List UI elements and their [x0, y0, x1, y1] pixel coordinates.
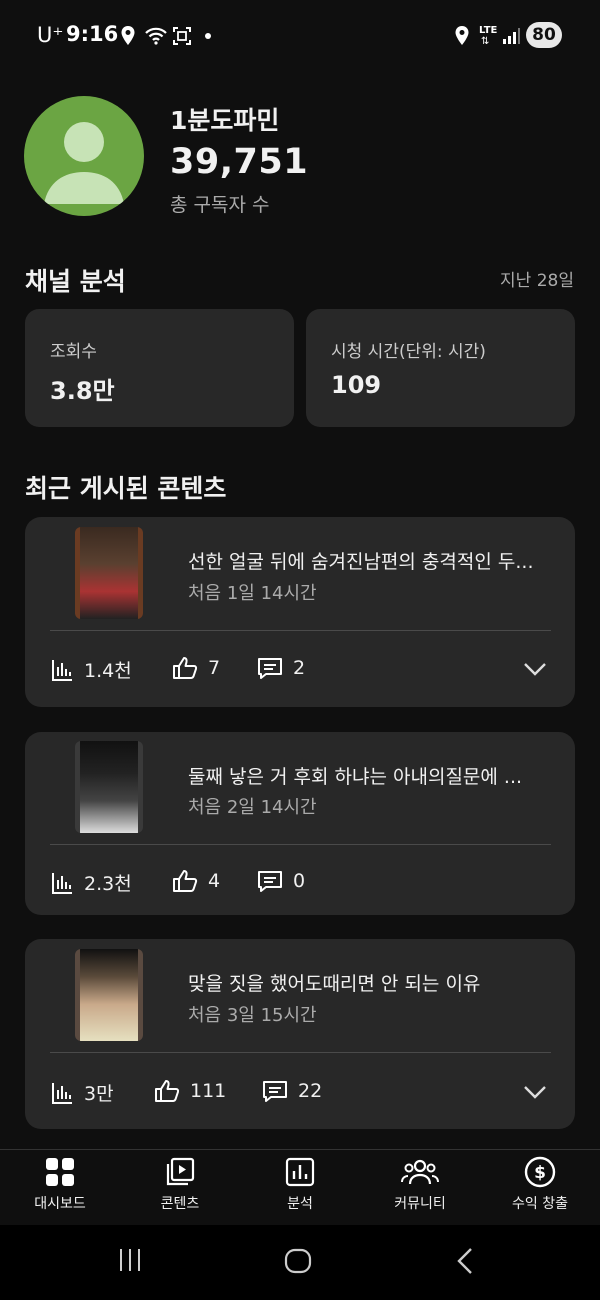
nav-dashboard[interactable]: 대시보드 [0, 1156, 120, 1213]
home-icon[interactable] [284, 1247, 312, 1275]
battery-indicator: 80 [526, 22, 562, 48]
status-bar: U⁺ 9:16 LTE ⇅ 80 [0, 0, 600, 70]
comments-count: 0 [293, 870, 306, 892]
video-age: 처음 3일 15시간 [188, 1005, 317, 1026]
wifi-icon [145, 27, 167, 45]
channel-name: 1분도파민 [170, 106, 280, 135]
views-count: 1.4천 [84, 660, 132, 682]
content-icon [166, 1157, 195, 1186]
comments-metric: 22 [262, 1079, 322, 1103]
video-age: 처음 1일 14시간 [188, 583, 317, 604]
carrier-label: U⁺ [37, 23, 64, 47]
likes-count: 7 [208, 657, 221, 679]
content-card[interactable]: 선한 얼굴 뒤에 숨겨진남편의 충격적인 두... 처음 1일 14시간 1.4… [25, 517, 575, 707]
content-card[interactable]: 맞을 짓을 했어도때리면 안 되는 이유 처음 3일 15시간 3만 111 2… [25, 939, 575, 1129]
nav-label: 수익 창출 [512, 1196, 568, 1212]
video-title[interactable]: 둘째 낳은 거 후회 하냐는 아내의질문에 ... [188, 762, 563, 789]
comment-icon [258, 871, 282, 892]
views-value: 3.8만 [50, 377, 115, 405]
divider [50, 844, 551, 845]
thumbs-up-icon [173, 870, 198, 892]
bottom-nav: 대시보드 콘텐츠 분석 커뮤니티 $ 수익 창출 [0, 1149, 600, 1226]
likes-metric: 111 [154, 1079, 226, 1103]
recent-apps-icon[interactable] [117, 1247, 143, 1273]
divider [50, 1052, 551, 1053]
location-icon [121, 26, 135, 45]
nav-label: 커뮤니티 [394, 1196, 446, 1212]
nav-label: 대시보드 [34, 1196, 86, 1212]
subscriber-label: 총 구독자 수 [170, 194, 270, 216]
subscriber-count: 39,751 [170, 142, 309, 182]
video-title[interactable]: 선한 얼굴 뒤에 숨겨진남편의 충격적인 두... [188, 547, 563, 574]
video-thumbnail[interactable] [75, 741, 143, 833]
comments-metric: 0 [257, 869, 305, 893]
analytics-icon [285, 1157, 315, 1187]
comment-icon [263, 1081, 287, 1102]
default-profile-icon [44, 122, 124, 204]
video-title[interactable]: 맞을 짓을 했어도때리면 안 되는 이유 [188, 969, 563, 996]
network-type: LTE [479, 25, 498, 36]
status-time: 9:16 [66, 22, 119, 46]
video-thumbnail[interactable] [75, 949, 143, 1041]
chevron-down-icon[interactable] [523, 1084, 547, 1100]
views-label: 조회수 [50, 342, 97, 362]
divider [50, 630, 551, 631]
comments-count: 22 [298, 1080, 323, 1102]
views-count: 3만 [84, 1083, 114, 1105]
bar-chart-icon [52, 872, 72, 894]
likes-count: 4 [208, 870, 221, 892]
nav-community[interactable]: 커뮤니티 [360, 1156, 480, 1213]
views-metric: 1.4천 [50, 656, 132, 683]
channel-avatar[interactable] [24, 96, 144, 216]
analytics-period: 지난 28일 [500, 271, 574, 291]
content-card[interactable]: 둘째 낳은 거 후회 하냐는 아내의질문에 ... 처음 2일 14시간 2.3… [25, 732, 575, 915]
comments-count: 2 [293, 657, 306, 679]
watch-time-label: 시청 시간(단위: 시간) [331, 342, 486, 362]
likes-count: 111 [190, 1080, 227, 1102]
views-metric: 2.3천 [50, 869, 132, 896]
bar-chart-icon [52, 1082, 72, 1104]
system-nav-bar [0, 1225, 600, 1300]
watch-time-card[interactable]: 시청 시간(단위: 시간) 109 [306, 309, 575, 427]
video-thumbnail[interactable] [75, 527, 143, 619]
chevron-down-icon[interactable] [523, 661, 547, 677]
notification-dot [205, 33, 211, 39]
dollar-icon: $ [524, 1156, 556, 1188]
views-count: 2.3천 [84, 873, 132, 895]
likes-metric: 4 [172, 869, 220, 893]
comment-icon [258, 658, 282, 679]
back-icon[interactable] [455, 1247, 475, 1275]
analytics-section-title: 채널 분석 [25, 267, 126, 296]
watch-time-value: 109 [331, 371, 382, 399]
comments-metric: 2 [257, 656, 305, 680]
views-card[interactable]: 조회수 3.8만 [25, 309, 294, 427]
views-metric: 3만 [50, 1079, 114, 1106]
nav-analytics[interactable]: 분석 [240, 1156, 360, 1213]
bar-chart-icon [52, 659, 72, 681]
nav-monetization[interactable]: $ 수익 창출 [480, 1156, 600, 1213]
dashboard-icon [46, 1158, 74, 1186]
recent-content-title: 최근 게시된 콘텐츠 [25, 474, 227, 503]
community-icon [401, 1159, 439, 1185]
nav-label: 콘텐츠 [160, 1196, 200, 1212]
nav-content[interactable]: 콘텐츠 [120, 1156, 240, 1213]
data-arrows-icon: ⇅ [481, 36, 490, 47]
thumbs-up-icon [155, 1080, 180, 1102]
likes-metric: 7 [172, 656, 220, 680]
screenshot-icon [173, 27, 191, 45]
video-age: 처음 2일 14시간 [188, 797, 317, 818]
thumbs-up-icon [173, 657, 198, 679]
nav-label: 분석 [287, 1196, 313, 1212]
signal-icon [503, 28, 520, 44]
location-icon [455, 26, 469, 45]
svg-text:$: $ [534, 1163, 546, 1183]
